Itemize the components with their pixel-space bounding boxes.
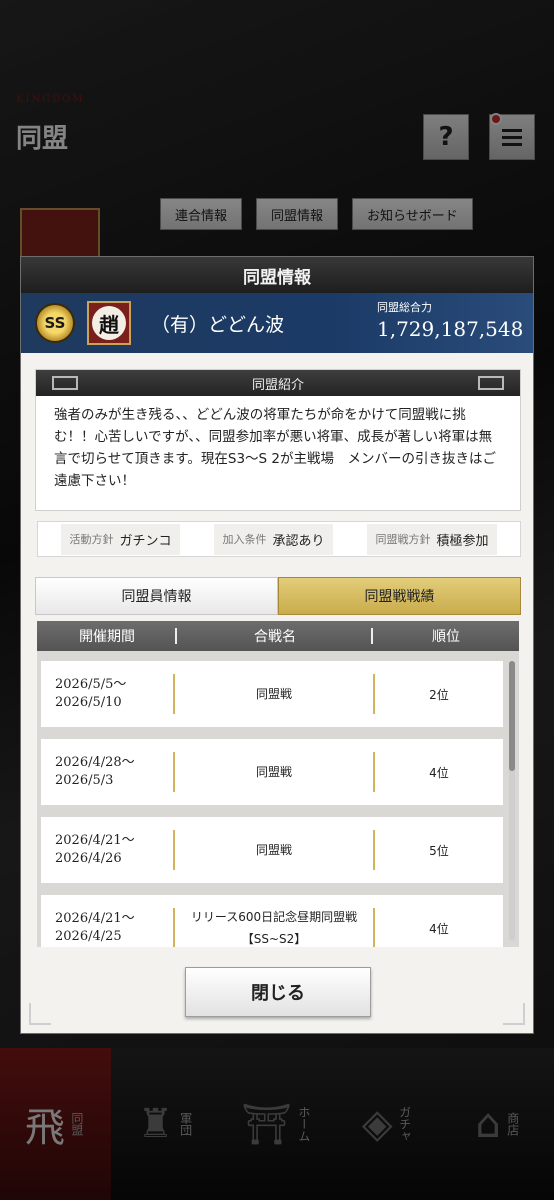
- table-header: 開催期間 合戦名 順位: [37, 621, 519, 651]
- intro-text: 強者のみが生き残る、、どどん波の将軍たちが命をかけて同盟戦に挑む！！心苦しいです…: [54, 407, 496, 489]
- header-battle: 合戦名: [177, 626, 373, 646]
- rank-value: 5位: [429, 843, 449, 858]
- tab-member-info[interactable]: 同盟員情報: [35, 577, 278, 615]
- rank-value: 2位: [429, 687, 449, 702]
- battle-record-list[interactable]: 2026/5/5～ 2026/5/10 同盟戦 2位 2026/4/28～ 20…: [37, 651, 519, 947]
- list-scrollbar[interactable]: [509, 661, 515, 941]
- alliance-banner: SS 趙 （有）どどん波 同盟総合力 1,729,187,548: [21, 293, 533, 353]
- table-row: 2026/4/21～ 2026/4/25 リリース600日記念昼期同盟戦【SS~…: [41, 895, 503, 947]
- policy-activity: 活動方針 ガチンコ: [61, 523, 180, 555]
- period-start: 2026/4/21～: [55, 911, 135, 926]
- period-start: 2026/4/21～: [55, 833, 135, 848]
- period-cell: 2026/5/5～ 2026/5/10: [41, 676, 173, 712]
- policy-value: ガチンコ: [119, 533, 172, 549]
- alliance-info-modal: 同盟情報 SS 趙 （有）どどん波 同盟総合力 1,729,187,548 同盟…: [20, 256, 534, 1034]
- period-end: 2026/4/25: [55, 929, 122, 944]
- period-cell: 2026/4/28～ 2026/5/3: [41, 754, 173, 790]
- modal-title: 同盟情報: [21, 257, 533, 293]
- policy-battle: 同盟戦方針 積極参加: [367, 523, 497, 555]
- policy-label: 活動方針: [69, 533, 114, 546]
- battle-name: 同盟戦: [255, 765, 292, 779]
- ornament-icon: [52, 376, 78, 390]
- emblem-character: 趙: [92, 306, 126, 340]
- period-end: 2026/4/26: [55, 851, 122, 866]
- alliance-intro: 同盟紹介 強者のみが生き残る、、どどん波の将軍たちが命をかけて同盟戦に挑む！！心…: [35, 369, 521, 511]
- scroll-thumb[interactable]: [509, 661, 515, 771]
- policy-row: 活動方針 ガチンコ 加入条件 承認あり 同盟戦方針 積極参加: [37, 521, 521, 557]
- period-cell: 2026/4/21～ 2026/4/25: [41, 910, 173, 946]
- corner-ornament-icon: [503, 1003, 525, 1025]
- corner-ornament-icon: [29, 1003, 51, 1025]
- modal-tabs: 同盟員情報 同盟戦戦績: [35, 577, 521, 615]
- table-row: 2026/5/5～ 2026/5/10 同盟戦 2位: [41, 661, 503, 727]
- alliance-emblem: 趙: [87, 301, 131, 345]
- rank-badge-icon: SS: [35, 303, 75, 343]
- power-label: 同盟総合力: [377, 301, 432, 314]
- rank-value: 4位: [429, 921, 449, 936]
- period-end: 2026/5/3: [55, 773, 114, 788]
- intro-title: 同盟紹介: [251, 377, 304, 393]
- close-button[interactable]: 閉じる: [185, 967, 371, 1017]
- header-rank: 順位: [432, 629, 460, 645]
- policy-value: 承認あり: [272, 533, 325, 549]
- battle-name: 同盟戦: [255, 687, 292, 701]
- battle-name: 同盟戦: [255, 843, 292, 857]
- period-start: 2026/4/28～: [55, 755, 135, 770]
- alliance-name: （有）どどん波: [151, 313, 285, 336]
- rank-value: 4位: [429, 765, 449, 780]
- battle-name: リリース600日記念昼期同盟戦【SS~S2】: [190, 910, 358, 946]
- policy-join: 加入条件 承認あり: [214, 523, 333, 555]
- policy-label: 加入条件: [222, 533, 267, 546]
- period-cell: 2026/4/21～ 2026/4/26: [41, 832, 173, 868]
- alliance-power: 同盟総合力 1,729,187,548: [377, 299, 523, 341]
- period-start: 2026/5/5～: [55, 677, 127, 692]
- table-row: 2026/4/21～ 2026/4/26 同盟戦 5位: [41, 817, 503, 883]
- power-value: 1,729,187,548: [377, 317, 524, 341]
- intro-header: 同盟紹介: [36, 370, 520, 396]
- period-end: 2026/5/10: [55, 695, 122, 710]
- tab-battle-record[interactable]: 同盟戦戦績: [278, 577, 521, 615]
- ornament-icon: [478, 376, 504, 390]
- header-period: 開催期間: [37, 626, 177, 646]
- policy-label: 同盟戦方針: [375, 533, 431, 546]
- table-row: 2026/4/28～ 2026/5/3 同盟戦 4位: [41, 739, 503, 805]
- policy-value: 積極参加: [436, 533, 489, 549]
